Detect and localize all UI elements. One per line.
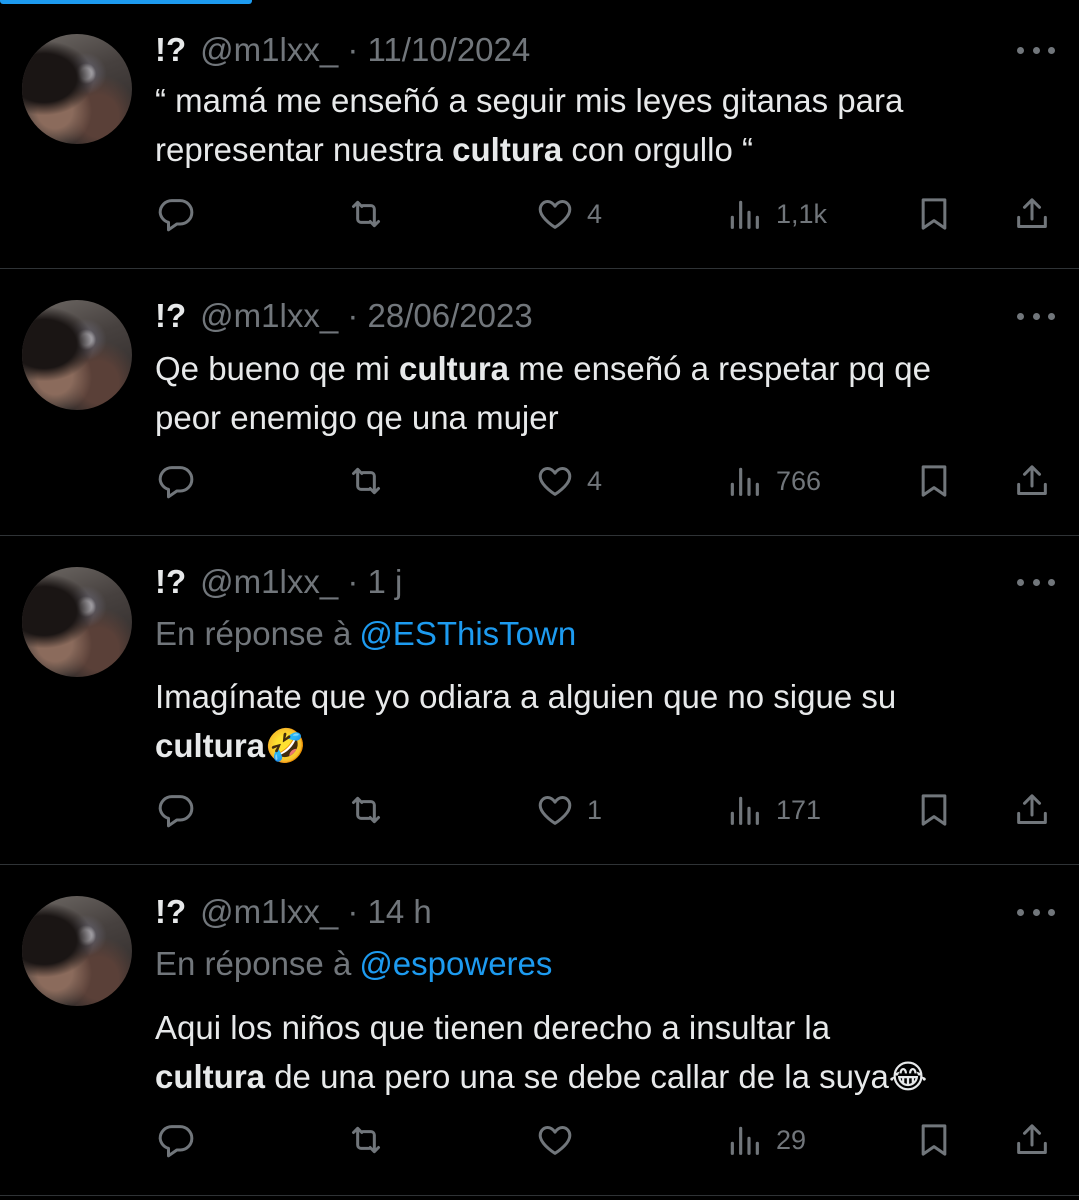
share-icon [1012,461,1052,501]
bookmark-icon [914,461,954,501]
bookmark-button[interactable] [914,1118,954,1162]
more-icon[interactable] [1017,907,1055,917]
heart-icon [535,790,575,830]
timestamp[interactable]: · 28/06/2023 [347,297,532,334]
bookmark-icon [914,790,954,830]
display-name[interactable]: !? [155,297,186,334]
tweet-2[interactable]: !? @m1lxx_ · 28/06/2023 Qe bueno qe mi cu… [0,269,1079,535]
like-button[interactable]: 4 [535,192,602,236]
bookmark-button[interactable] [914,459,954,503]
retweet-icon [346,194,386,234]
avatar[interactable] [22,300,132,410]
tweet-text: “ mamá me enseñó a seguir mis leyes gita… [155,82,904,168]
heart-icon [535,1120,575,1160]
reply-icon [156,1120,196,1160]
handle[interactable]: @m1lxx_ [200,297,338,334]
display-name[interactable]: !? [155,563,186,600]
views-count: 1,1k [776,198,828,229]
bookmark-button[interactable] [914,788,954,832]
bookmark-icon [914,194,954,234]
share-icon [1012,194,1052,234]
tweet-header: !? @m1lxx_ · 1 j [155,562,402,602]
views-icon [724,194,764,234]
reply-icon [156,461,196,501]
tweet-actions: 4 766 [0,459,1079,503]
reply-button[interactable] [156,459,196,503]
share-button[interactable] [1012,459,1052,503]
divider [0,1195,1079,1196]
retweet-button[interactable] [346,788,386,832]
like-button[interactable] [535,1118,587,1162]
reply-context: En réponse à @ESThisTown [155,614,576,654]
views-count: 766 [776,465,822,496]
reply-icon [156,194,196,234]
like-count: 1 [587,794,603,825]
tweet-actions: 1 171 [0,788,1079,832]
reply-icon [156,790,196,830]
views-count: 171 [776,794,822,825]
heart-icon [535,461,575,501]
bookmark-icon [914,1120,954,1160]
bookmark-button[interactable] [914,192,954,236]
like-count: 4 [587,198,603,229]
reply-mention-link[interactable]: @ESThisTown [359,615,576,652]
like-button[interactable]: 4 [535,459,602,503]
tweet-header: !? @m1lxx_ · 11/10/2024 [155,30,530,70]
timestamp[interactable]: · 11/10/2024 [347,31,530,68]
tweet-actions: 4 1,1k [0,192,1079,236]
retweet-icon [346,1120,386,1160]
timestamp[interactable]: · 1 j [347,563,402,600]
reply-context: En réponse à @espoweres [155,944,552,984]
display-name[interactable]: !? [155,31,186,68]
views-button[interactable]: 171 [724,788,821,832]
views-button[interactable]: 1,1k [724,192,827,236]
more-icon[interactable] [1017,577,1055,587]
views-icon [724,1120,764,1160]
tweet-4[interactable]: !? @m1lxx_ · 14 h En réponse à @espoweres … [0,865,1079,1195]
handle[interactable]: @m1lxx_ [200,893,338,930]
views-button[interactable]: 766 [724,459,821,503]
tweet-text: Aqui los niños que tienen derecho a insu… [155,1009,928,1095]
tweet-actions: 29 [0,1118,1079,1162]
share-button[interactable] [1012,192,1052,236]
retweet-icon [346,790,386,830]
reply-button[interactable] [156,1118,196,1162]
more-icon[interactable] [1017,45,1055,55]
retweet-icon [346,461,386,501]
retweet-button[interactable] [346,192,386,236]
tweet-header: !? @m1lxx_ · 14 h [155,892,432,932]
share-button[interactable] [1012,788,1052,832]
views-icon [724,790,764,830]
tweet-3[interactable]: !? @m1lxx_ · 1 j En réponse à @ESThisTown … [0,536,1079,864]
like-button[interactable]: 1 [535,788,602,832]
views-button[interactable]: 29 [724,1118,806,1162]
reply-label: En réponse à [155,945,352,982]
heart-icon [535,194,575,234]
views-icon [724,461,764,501]
more-icon[interactable] [1017,311,1055,321]
retweet-button[interactable] [346,1118,386,1162]
reply-button[interactable] [156,788,196,832]
timestamp[interactable]: · 14 h [347,893,431,930]
avatar[interactable] [22,896,132,1006]
tweet-text: Imagínate que yo odiara a alguien que no… [155,678,897,764]
handle[interactable]: @m1lxx_ [200,31,338,68]
reply-mention-link[interactable]: @espoweres [359,945,552,982]
reply-button[interactable] [156,192,196,236]
avatar[interactable] [22,34,132,144]
tweet-1[interactable]: !? @m1lxx_ · 11/10/2024 “ mamá me enseñó … [0,0,1079,268]
reply-label: En réponse à [155,615,352,652]
share-button[interactable] [1012,1118,1052,1162]
handle[interactable]: @m1lxx_ [200,563,338,600]
like-count: 4 [587,465,603,496]
share-icon [1012,1120,1052,1160]
views-count: 29 [776,1124,807,1155]
tweet-header: !? @m1lxx_ · 28/06/2023 [155,296,533,336]
tweet-text: Qe bueno qe mi cultura me enseñó a respe… [155,350,931,436]
avatar[interactable] [22,567,132,677]
retweet-button[interactable] [346,459,386,503]
share-icon [1012,790,1052,830]
display-name[interactable]: !? [155,893,186,930]
